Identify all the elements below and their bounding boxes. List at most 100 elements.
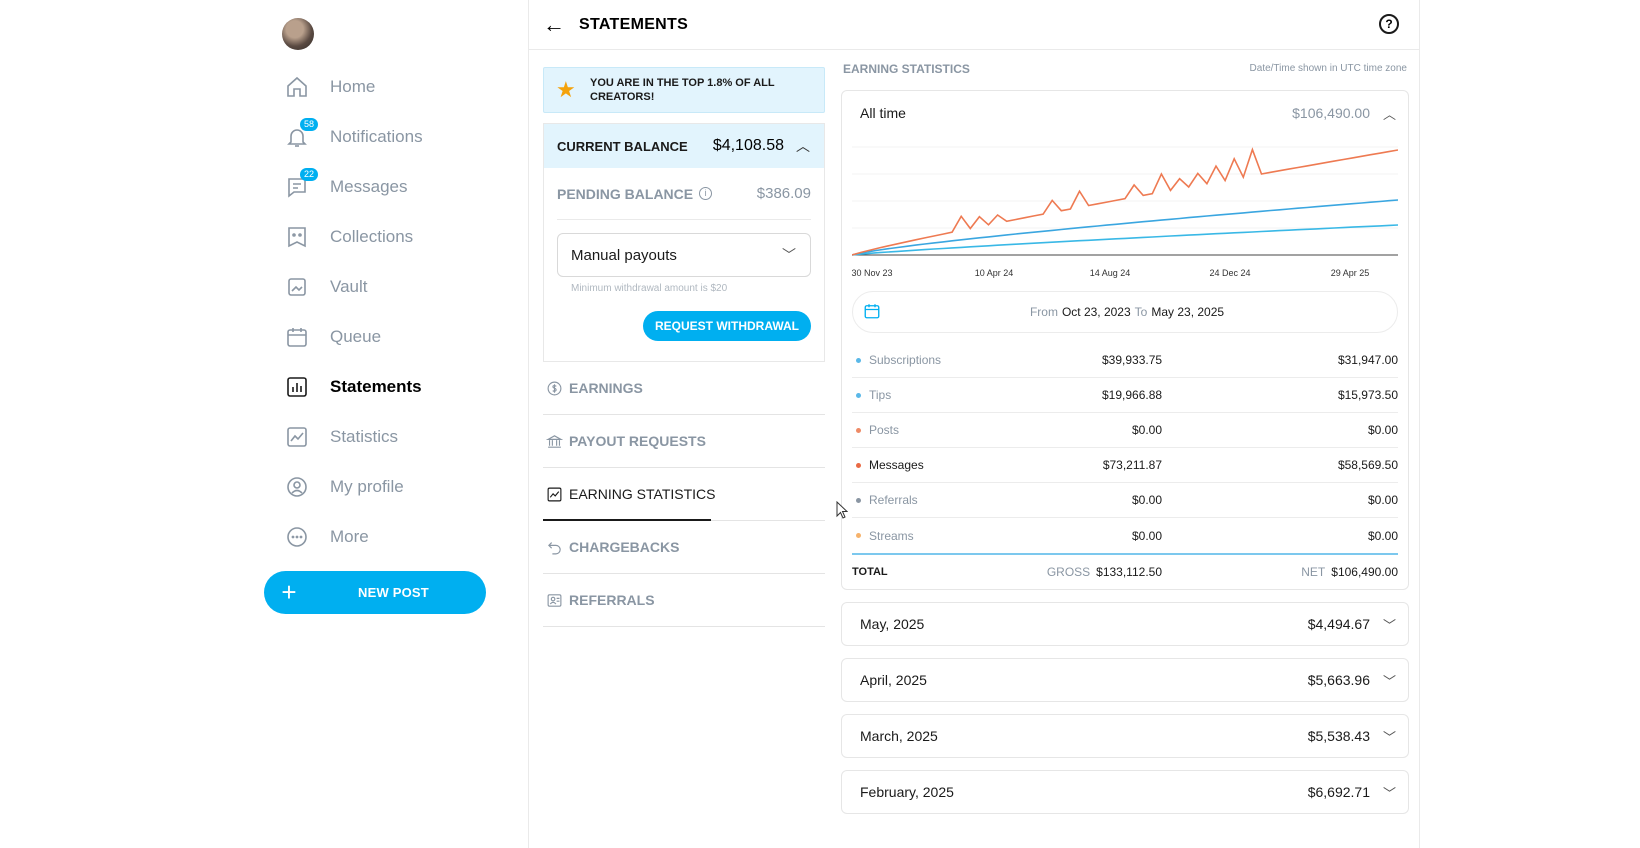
page-title: STATEMENTS [579, 15, 689, 33]
chevron-up-icon[interactable]: ︿ [796, 136, 810, 156]
request-withdrawal-button[interactable]: REQUEST WITHDRAWAL [643, 311, 811, 341]
date-range-picker[interactable]: From Oct 23, 2023 To May 23, 2025 [852, 291, 1398, 333]
series-dot [856, 357, 861, 363]
sidebar-item-my-profile[interactable]: My profile [270, 462, 500, 512]
more-icon [284, 524, 310, 550]
sidebar-item-vault[interactable]: Vault [270, 262, 500, 312]
help-icon[interactable]: ? [1379, 14, 1399, 34]
current-balance-label: CURRENT BALANCE [557, 138, 688, 154]
row-net: $31,947.00 [1337, 353, 1398, 367]
earnings-chart: 30 Nov 23 10 Apr 24 14 Aug 24 24 Dec 24 29 A… [851, 135, 1398, 285]
row-gross: $19,966.88 [1102, 388, 1163, 402]
plus-icon: + [281, 577, 297, 607]
series-dot [856, 462, 861, 468]
sidebar-item-notifications[interactable]: 58 Notifications [270, 112, 500, 162]
sidebar-item-label: My profile [330, 477, 404, 496]
all-time-label: All time [860, 105, 906, 121]
month-value: $5,538.43 [1307, 728, 1370, 744]
home-icon [284, 74, 310, 100]
net-value: $106,490.00 [1331, 565, 1398, 579]
tab-referrals[interactable]: REFERRALS [543, 574, 825, 627]
top-creator-banner: ★ YOU ARE IN THE TOP 1.8% OF ALL CREATOR… [543, 67, 825, 113]
statements-icon [284, 374, 310, 400]
app-root: Home 58 Notifications 22 Messages Collec… [0, 0, 1640, 848]
tab-label: EARNING STATISTICS [569, 486, 716, 502]
breakdown-row-subscriptions: Subscriptions $39,933.75 $31,947.00 [852, 343, 1398, 378]
to-date: May 23, 2025 [1151, 305, 1225, 319]
referral-icon [545, 591, 563, 609]
section-title: EARNING STATISTICS [843, 62, 970, 76]
tab-label: PAYOUT REQUESTS [569, 433, 706, 449]
row-net: $0.00 [1367, 493, 1398, 507]
all-time-header[interactable]: All time $106,490.00 ︿ [842, 91, 1408, 135]
balance-box: CURRENT BALANCE $4,108.58 ︿ PENDING BALA… [543, 123, 825, 362]
month-row-april-2025[interactable]: April, 2025 $5,663.96 ﹀ [841, 658, 1409, 702]
pending-balance-label: PENDING BALANCE [557, 185, 694, 202]
row-net: $0.00 [1367, 423, 1398, 437]
sidebar-item-collections[interactable]: Collections [270, 212, 500, 262]
month-label: March, 2025 [860, 728, 938, 744]
month-row-february-2025[interactable]: February, 2025 $6,692.71 ﹀ [841, 770, 1409, 814]
sidebar-item-label: More [330, 527, 369, 546]
payout-method-select[interactable]: Manual payouts ﹀ [557, 233, 811, 277]
chart-x-tick-label: 24 Dec 24 [1209, 268, 1251, 278]
series-dot [856, 427, 861, 433]
star-icon: ★ [556, 77, 576, 102]
calendar-icon [864, 304, 880, 319]
page-header: ← STATEMENTS ? [529, 0, 1419, 50]
breakdown-row-referrals: Referrals $0.00 $0.00 [852, 483, 1398, 518]
net-label: NET [1301, 565, 1326, 579]
tab-earnings[interactable]: EARNINGS [543, 362, 825, 415]
info-icon[interactable]: i [699, 187, 713, 200]
sidebar-item-more[interactable]: More [270, 512, 500, 562]
month-label: May, 2025 [860, 616, 925, 632]
statistics-icon [284, 424, 310, 450]
tab-earning-statistics[interactable]: EARNING STATISTICS [543, 468, 825, 521]
tab-label: EARNINGS [569, 380, 643, 396]
sidebar-item-label: Vault [330, 277, 368, 296]
avatar[interactable] [282, 18, 314, 50]
sidebar-nav: Home 58 Notifications 22 Messages Collec… [270, 62, 500, 562]
mouse-cursor-icon [836, 501, 848, 519]
breakdown-total-row: TOTAL GROSS $133,112.50 NET $106,490.00 [852, 553, 1398, 589]
messages-badge: 22 [299, 168, 318, 181]
chevron-down-icon: ﹀ [1382, 617, 1396, 633]
new-post-button[interactable]: + NEW POST [264, 571, 486, 614]
back-arrow-icon[interactable]: ← [543, 12, 567, 38]
sidebar-item-label: Queue [330, 327, 382, 346]
month-row-may-2025[interactable]: May, 2025 $4,494.67 ﹀ [841, 602, 1409, 646]
bank-icon [545, 432, 563, 450]
message-icon: 22 [284, 168, 318, 200]
sidebar-item-statements[interactable]: Statements [270, 362, 500, 412]
chevron-up-icon[interactable]: ︿ [1383, 104, 1396, 123]
breakdown-row-posts: Posts $0.00 $0.00 [852, 413, 1398, 448]
min-withdrawal-note: Minimum withdrawal amount is $20 [571, 283, 728, 294]
payout-method-value: Manual payouts [571, 246, 677, 264]
tab-payout-requests[interactable]: PAYOUT REQUESTS [543, 415, 825, 468]
total-gross: GROSS $133,112.50 [1032, 565, 1162, 579]
row-name: Subscriptions [869, 353, 942, 367]
chevron-down-icon: ﹀ [1382, 785, 1396, 801]
current-balance-header[interactable]: CURRENT BALANCE $4,108.58 ︿ [544, 124, 824, 168]
sidebar-item-messages[interactable]: 22 Messages [270, 162, 500, 212]
earning-statistics-panel: EARNING STATISTICS Date/Time shown in UT… [841, 56, 1409, 814]
month-row-march-2025[interactable]: March, 2025 $5,538.43 ﹀ [841, 714, 1409, 758]
earnings-breakdown: Subscriptions $39,933.75 $31,947.00 Tips… [852, 343, 1398, 589]
all-time-card: All time $106,490.00 ︿ 30 Nov 23 10 Apr 2… [841, 90, 1409, 590]
bell-icon: 58 [284, 118, 318, 150]
earnings-chart-svg [852, 146, 1398, 256]
sidebar-item-label: Statistics [330, 427, 399, 446]
month-label: April, 2025 [860, 672, 927, 688]
breakdown-row-messages: Messages $73,211.87 $58,569.50 [852, 448, 1398, 483]
sidebar-item-queue[interactable]: Queue [270, 312, 500, 362]
from-date: Oct 23, 2023 [1061, 305, 1131, 319]
sidebar-item-home[interactable]: Home [270, 62, 500, 112]
chart-series-cyan [852, 224, 1398, 256]
date-range-text: From Oct 23, 2023 To May 23, 2025 [1026, 305, 1224, 319]
sidebar-item-statistics[interactable]: Statistics [270, 412, 500, 462]
tab-chargebacks[interactable]: CHARGEBACKS [543, 521, 825, 574]
sidebar-item-label: Messages [330, 177, 408, 196]
row-gross: $73,211.87 [1102, 458, 1162, 472]
chart-x-tick-label: 29 Apr 25 [1330, 268, 1370, 278]
row-name: Messages [869, 458, 924, 472]
